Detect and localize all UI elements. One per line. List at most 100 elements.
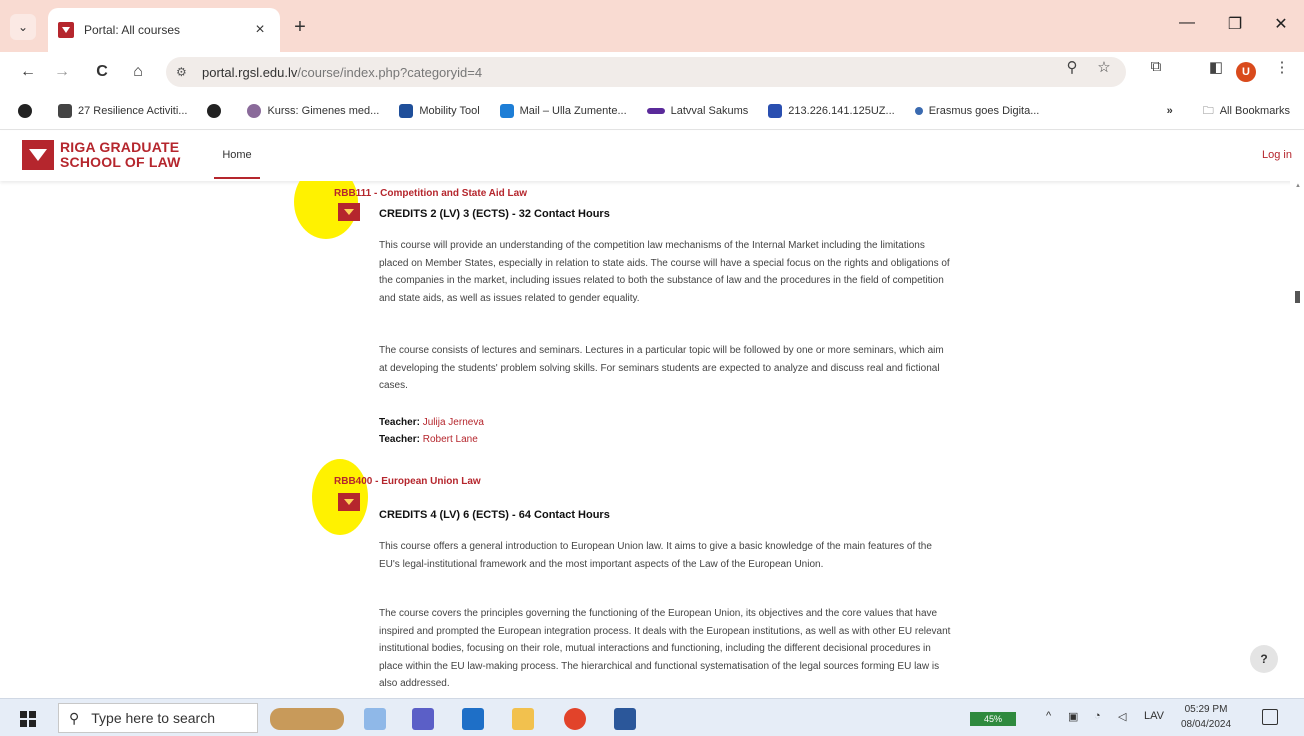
all-bookmarks-link[interactable]: All Bookmarks <box>1220 105 1290 117</box>
help-button[interactable]: ? <box>1250 645 1278 673</box>
more-bookmarks-icon[interactable]: » <box>1167 105 1173 117</box>
course-heading[interactable]: RBB111 - Competition and State Aid Law <box>334 188 527 199</box>
bookmark-item[interactable]: Mail – Ulla Zumente... <box>499 103 627 118</box>
bookmark-favicon-icon <box>399 103 414 118</box>
profile-avatar[interactable]: U <box>1236 62 1256 82</box>
windows-taskbar: ⚲ Type here to search 45% ^ ▣ ◔ ◁ LAV 05… <box>0 698 1304 736</box>
bookmark-item[interactable] <box>18 103 38 118</box>
bookmark-item[interactable]: 27 Resilience Activiti... <box>58 103 188 118</box>
side-panel-icon[interactable]: ◧ <box>1206 58 1226 76</box>
wifi-icon[interactable]: ◔ <box>1094 710 1101 722</box>
tab-title: Portal: All courses <box>84 23 181 37</box>
bookmark-favicon-icon <box>914 106 923 115</box>
widgets-icon[interactable] <box>270 708 344 730</box>
teacher-link[interactable]: Julija Jerneva <box>423 417 484 428</box>
bookmark-item[interactable] <box>207 103 227 118</box>
home-icon[interactable]: ⌂ <box>126 60 150 84</box>
page-scrollbar[interactable]: ▲ <box>1290 181 1304 695</box>
chrome-icon[interactable] <box>564 708 586 730</box>
course-description: This course will provide an understandin… <box>379 240 950 304</box>
nav-home[interactable]: Home <box>214 131 260 179</box>
course-credits: CREDITS 4 (LV) 6 (ECTS) - 64 Contact Hou… <box>379 509 610 521</box>
bookmark-favicon-icon <box>247 103 262 118</box>
bookmarks-bar: 27 Resilience Activiti... Kurss: Gimenes… <box>0 92 1304 130</box>
search-icon: ⚲ <box>69 709 80 726</box>
scroll-thumb[interactable] <box>1295 291 1300 303</box>
bookmark-label: 213.226.141.125UZ... <box>788 104 895 117</box>
course-separator: - <box>372 476 382 487</box>
site-logo[interactable]: RIGA GRADUATE SCHOOL OF LAW <box>22 140 181 170</box>
bookmark-star-icon[interactable]: ☆ <box>1094 58 1114 76</box>
logo-text: RIGA GRADUATE SCHOOL OF LAW <box>60 140 181 170</box>
taskbar-clock[interactable]: 05:29 PM 08/04/2024 <box>1176 702 1236 732</box>
logo-line1: RIGA GRADUATE <box>60 139 180 155</box>
bookmark-label: Latvval Sakums <box>670 104 749 117</box>
scroll-up-icon[interactable]: ▲ <box>1295 183 1301 189</box>
tab-portal-all-courses[interactable]: Portal: All courses × <box>48 8 280 52</box>
globe-icon <box>18 103 32 118</box>
language-indicator[interactable]: LAV <box>1144 710 1164 722</box>
site-favicon-icon <box>58 22 74 38</box>
new-tab-button[interactable]: + <box>288 16 312 40</box>
zoom-icon[interactable]: ⚲ <box>1062 58 1082 76</box>
teacher-link[interactable]: Robert Lane <box>423 434 478 445</box>
course-code: RBB111 <box>334 188 372 199</box>
teacher-line: Teacher: Julija Jerneva <box>379 417 484 428</box>
bookmark-item[interactable]: 213.226.141.125UZ... <box>768 103 895 118</box>
teacher-line: Teacher: Robert Lane <box>379 434 478 445</box>
outlook-icon[interactable] <box>462 708 484 730</box>
bookmark-favicon-icon <box>768 103 783 118</box>
course-credits: CREDITS 2 (LV) 3 (ECTS) - 32 Contact Hou… <box>379 208 610 220</box>
login-link[interactable]: Log in <box>1262 149 1292 161</box>
address-bar[interactable]: ⚙ portal.rgsl.edu.lv/course/index.php?ca… <box>166 57 1126 87</box>
bookmark-label: Mail – Ulla Zumente... <box>519 104 627 117</box>
network-icon[interactable]: ▣ <box>1068 710 1078 723</box>
outlook-icon <box>499 103 514 118</box>
app-icon[interactable] <box>364 708 386 730</box>
maximize-button[interactable]: ❐ <box>1220 14 1250 34</box>
clock-time: 05:29 PM <box>1184 704 1228 715</box>
extensions-icon[interactable]: ⧉ <box>1146 58 1166 75</box>
course-separator: - <box>371 188 381 199</box>
bookmark-item[interactable]: Mobility Tool <box>399 103 480 118</box>
globe-icon <box>207 103 222 118</box>
site-info-icon[interactable]: ⚙ <box>176 65 196 79</box>
bookmark-item[interactable]: Latvval Sakums <box>646 104 749 117</box>
reload-icon[interactable]: C <box>90 60 114 84</box>
teacher-label: Teacher: <box>379 434 420 445</box>
bookmark-label: Mobility Tool <box>419 104 480 117</box>
browser-menu-icon[interactable]: ⋮ <box>1272 58 1292 76</box>
tray-caret-icon[interactable]: ^ <box>1046 710 1051 722</box>
minimize-button[interactable]: — <box>1172 14 1202 32</box>
word-icon[interactable] <box>614 708 636 730</box>
back-icon[interactable]: ← <box>16 60 40 84</box>
tab-search-button[interactable]: ⌄ <box>10 14 36 40</box>
teams-icon[interactable] <box>412 708 434 730</box>
browser-tab-strip: ⌄ Portal: All courses × + — ❐ ✕ <box>0 0 1304 52</box>
tab-close-icon[interactable]: × <box>250 21 270 39</box>
bookmark-favicon-icon <box>58 103 72 118</box>
bookmarks-right: » 🗀 All Bookmarks <box>1167 92 1290 130</box>
url-text: portal.rgsl.edu.lv/course/index.php?cate… <box>202 65 482 80</box>
course-description: The course consists of lectures and semi… <box>379 345 944 391</box>
bookmark-favicon-icon <box>646 107 665 114</box>
bookmark-label: 27 Resilience Activiti... <box>78 104 188 117</box>
close-window-button[interactable]: ✕ <box>1266 14 1296 34</box>
bookmark-label: Erasmus goes Digita... <box>928 104 1040 117</box>
course-code: RBB400 <box>334 476 373 487</box>
file-explorer-icon[interactable] <box>512 708 534 730</box>
volume-icon[interactable]: ◁ <box>1118 710 1126 723</box>
battery-indicator[interactable]: 45% <box>970 712 1016 726</box>
browser-toolbar: ← → C ⌂ ⚙ portal.rgsl.edu.lv/course/inde… <box>0 52 1304 92</box>
notification-icon[interactable] <box>1262 709 1278 725</box>
bookmark-item[interactable]: Kurss: Gimenes med... <box>247 103 379 118</box>
windows-start-icon[interactable] <box>20 711 36 727</box>
course-description: The course covers the principles governi… <box>379 608 951 689</box>
course-description: This course offers a general introductio… <box>379 541 932 570</box>
bookmark-item[interactable]: Erasmus goes Digita... <box>914 104 1040 117</box>
forward-icon[interactable]: → <box>50 60 74 84</box>
taskbar-search-box[interactable]: ⚲ Type here to search <box>58 703 258 733</box>
course-title: European Union Law <box>381 476 481 487</box>
course-heading[interactable]: RBB400 - European Union Law <box>334 476 481 487</box>
course-list: RBB111 - Competition and State Aid Law C… <box>0 181 1290 695</box>
